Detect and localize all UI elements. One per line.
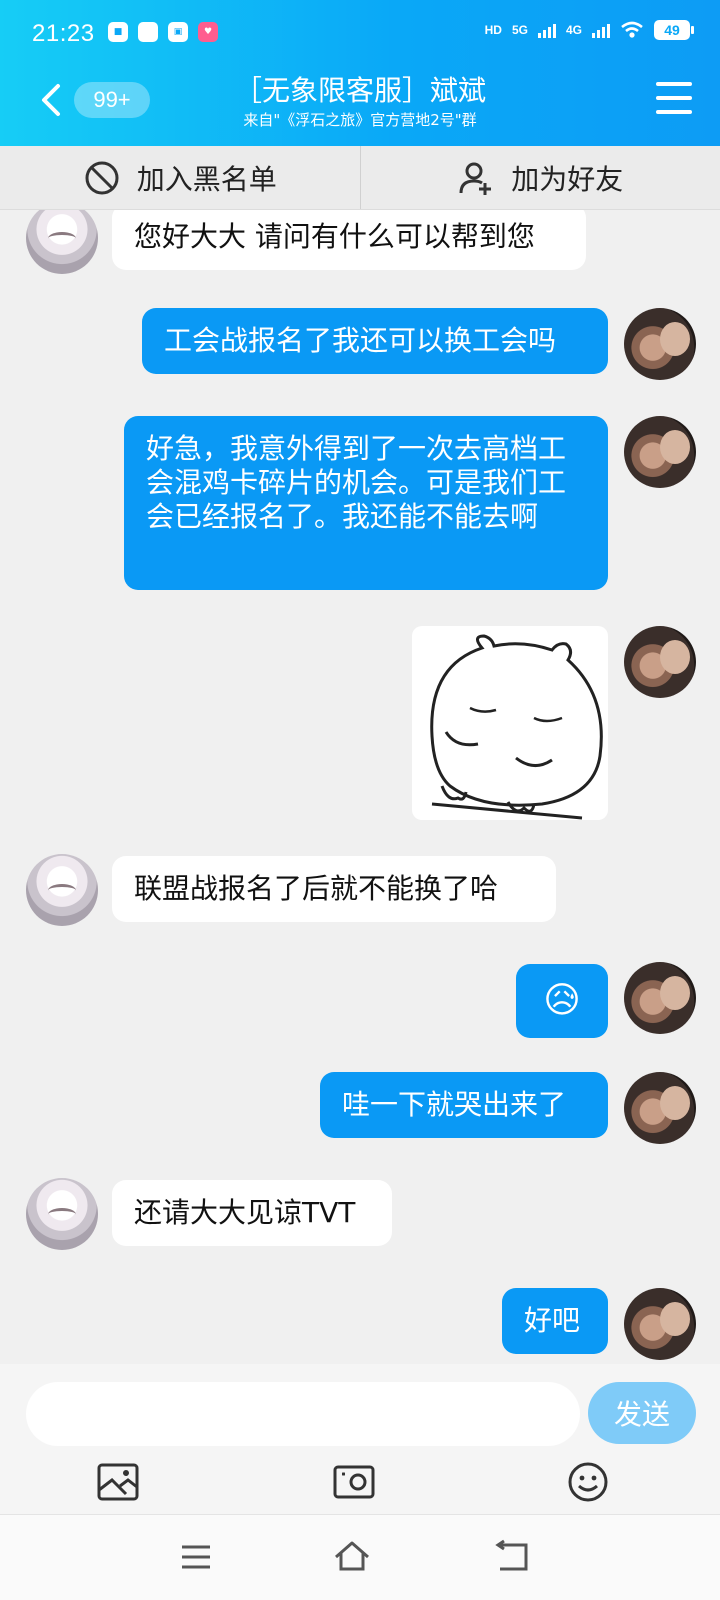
my-avatar[interactable] [624, 626, 696, 698]
signal-4g-icon [592, 22, 610, 38]
outgoing-message[interactable]: 哇一下就哭出来了 [320, 1072, 608, 1138]
action-bar: 加入黑名单 加为好友 [0, 146, 720, 210]
my-avatar[interactable] [624, 416, 696, 488]
hd-label: HD [484, 23, 502, 37]
smiley-icon [568, 1462, 608, 1502]
chat-subtitle: 来自"《浮石之旅》官方营地2号"群 [243, 111, 477, 129]
input-toolbar [0, 1460, 720, 1508]
add-friend-button[interactable]: 加为好友 [359, 146, 720, 209]
app-notification-icon: ■ [108, 22, 128, 42]
my-avatar[interactable] [624, 1072, 696, 1144]
incoming-message[interactable]: 还请大大见谅TVT [112, 1180, 392, 1246]
recent-apps-button[interactable] [176, 1537, 216, 1577]
pink-app-icon: ♥ [198, 22, 218, 42]
status-time: 21:23 [32, 20, 95, 47]
menu-line [656, 110, 692, 114]
back-nav-button[interactable] [492, 1537, 532, 1577]
home-button[interactable] [332, 1537, 372, 1577]
network-5g-label: 5G [511, 23, 528, 37]
chevron-left-icon [42, 84, 60, 116]
agent-avatar[interactable] [26, 1178, 98, 1250]
menu-lines-icon [182, 1545, 210, 1569]
my-avatar[interactable] [624, 308, 696, 380]
signal-5g-icon [537, 22, 556, 38]
incoming-message[interactable]: 联盟战报名了后就不能换了哈 [112, 856, 556, 922]
add-to-blacklist-button[interactable]: 加入黑名单 [0, 146, 360, 209]
send-button[interactable]: 发送 [588, 1382, 696, 1444]
menu-line [656, 82, 692, 86]
sleepy-blob-sticker-icon [430, 634, 603, 820]
image-icon [97, 1463, 139, 1501]
outgoing-message[interactable]: 好急，我意外得到了一次去高档工会混鸡卡碎片的机会。可是我们工会已经报名了。我还能… [124, 416, 608, 590]
add-friend-label: 加为好友 [511, 162, 624, 196]
add-user-icon [459, 162, 492, 195]
square-notification-icon [138, 22, 158, 42]
my-avatar[interactable] [624, 1288, 696, 1360]
chat-title: ［无象限客服］斌斌 [233, 74, 486, 107]
my-avatar[interactable] [624, 962, 696, 1034]
battery-icon: 49 [654, 20, 694, 40]
menu-line [656, 96, 692, 100]
camera-icon [333, 1465, 375, 1499]
blacklist-label: 加入黑名单 [136, 162, 277, 196]
system-nav-bar [0, 1514, 720, 1600]
unread-count-badge[interactable]: 99+ [74, 82, 150, 118]
input-area: 发送 [0, 1364, 720, 1514]
camera-button[interactable] [332, 1460, 376, 1504]
network-4g-label: 4G [565, 23, 582, 37]
status-indicators: HD 5G 4G 49 [484, 20, 694, 40]
agent-avatar[interactable] [26, 854, 98, 926]
menu-button[interactable] [656, 82, 692, 114]
wifi-icon [621, 21, 643, 38]
agent-avatar[interactable] [26, 210, 98, 274]
image-button[interactable] [96, 1460, 140, 1504]
message-input[interactable] [26, 1382, 580, 1446]
chat-header: 21:23 ■ ▣ ♥ HD 5G 4G 49 99+ ［无象限客服］斌斌 来自… [0, 0, 720, 146]
notification-icons: ■ ▣ ♥ [108, 22, 218, 42]
block-icon [85, 161, 119, 194]
sticker-image[interactable] [412, 626, 608, 820]
incoming-message[interactable]: 您好大大 请问有什么可以帮到您 [112, 210, 586, 270]
outgoing-emoji-message[interactable]: 😥 [516, 964, 608, 1038]
outgoing-message[interactable]: 工会战报名了我还可以换工会吗 [142, 308, 608, 374]
outgoing-message[interactable]: 好吧 [502, 1288, 608, 1354]
message-list[interactable]: 您好大大 请问有什么可以帮到您 工会战报名了我还可以换工会吗 好急，我意外得到了… [0, 210, 720, 1364]
app-badge-icon: ▣ [168, 22, 188, 42]
back-button[interactable] [36, 82, 66, 118]
home-icon [335, 1541, 369, 1571]
emoji-button[interactable] [566, 1460, 610, 1504]
return-icon [495, 1539, 528, 1571]
